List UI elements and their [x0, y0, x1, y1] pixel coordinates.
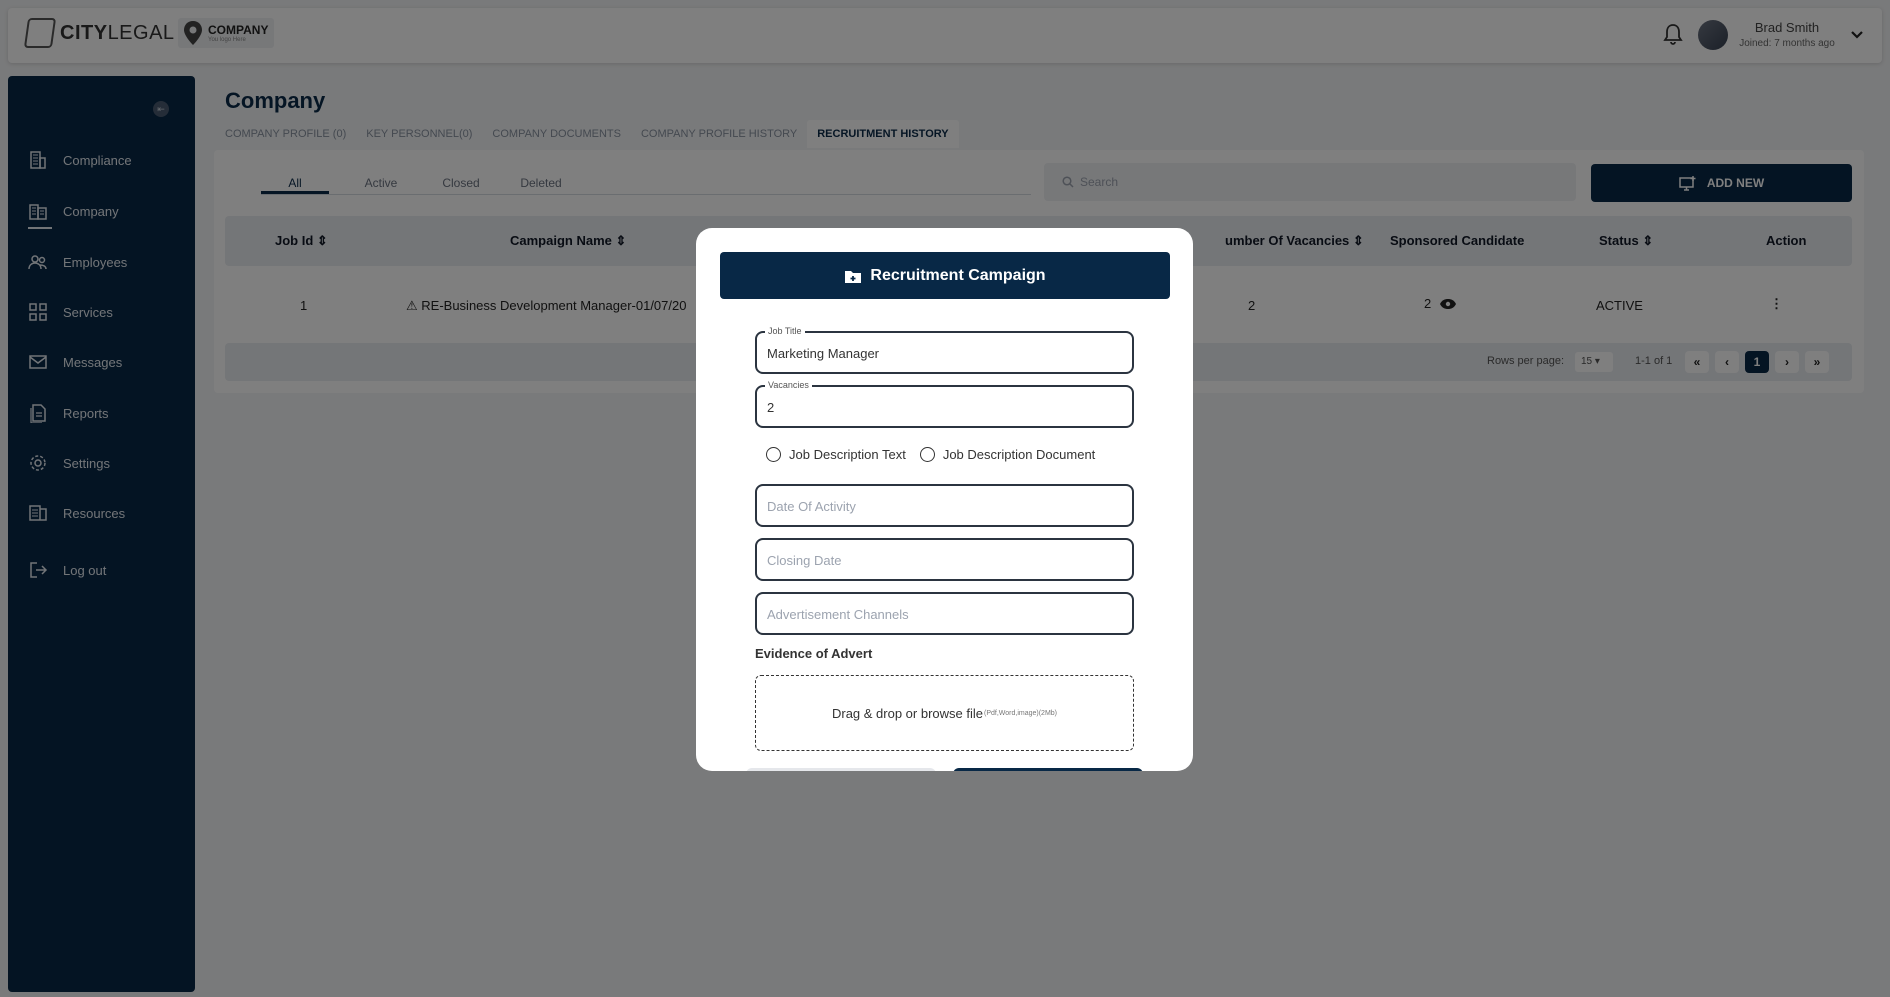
radio-job-description-text[interactable]: Job Description Text: [766, 447, 906, 462]
date-of-activity-field[interactable]: Date Of Activity: [755, 484, 1134, 527]
radio-circle-icon: [766, 447, 781, 462]
recruitment-campaign-modal: Recruitment Campaign Job Title Marketing…: [696, 228, 1193, 771]
evidence-of-advert-label: Evidence of Advert: [755, 646, 873, 661]
vacancies-label: Vacancies: [765, 380, 812, 390]
vacancies-field[interactable]: Vacancies 2: [755, 380, 1134, 428]
submit-button[interactable]: [953, 768, 1143, 771]
folder-plus-icon: [845, 270, 862, 283]
advertisement-channels-field[interactable]: Advertisement Channels: [755, 592, 1134, 635]
vacancies-value: 2: [767, 400, 775, 415]
dropzone-hint: (Pdf,Word,image)(2Mb): [984, 709, 1058, 717]
job-title-field[interactable]: Job Title Marketing Manager: [755, 326, 1134, 374]
job-title-label: Job Title: [765, 326, 805, 336]
file-dropzone[interactable]: Drag & drop or browse file (Pdf,Word,ima…: [755, 675, 1134, 751]
dropzone-text: Drag & drop or browse file: [831, 705, 983, 721]
modal-header: Recruitment Campaign: [720, 252, 1170, 299]
job-title-value: Marketing Manager: [767, 346, 879, 361]
radio-job-description-document[interactable]: Job Description Document: [919, 447, 1095, 462]
radio-circle-icon: [919, 447, 935, 462]
cancel-button[interactable]: [746, 768, 936, 771]
job-description-type: Job Description Text Job Description Doc…: [766, 447, 1095, 462]
closing-date-field[interactable]: Closing Date: [755, 538, 1134, 581]
modal-title: Recruitment Campaign: [870, 266, 1046, 284]
